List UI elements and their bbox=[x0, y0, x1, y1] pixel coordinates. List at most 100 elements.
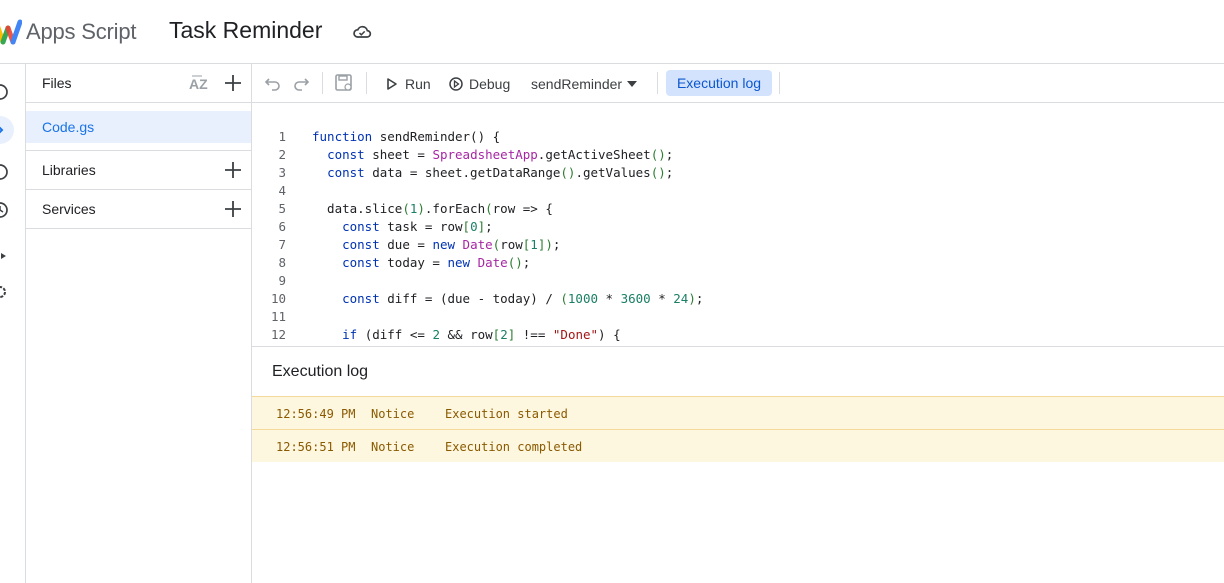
code-line: 5 data.slice(1).forEach(row => { bbox=[252, 200, 1224, 218]
rail-executions-button[interactable] bbox=[0, 196, 14, 224]
services-row: Services bbox=[26, 190, 252, 228]
rail-overview-button[interactable] bbox=[0, 78, 14, 106]
add-service-button[interactable] bbox=[222, 198, 244, 220]
function-select[interactable]: sendReminder bbox=[531, 64, 638, 103]
divider bbox=[26, 102, 252, 103]
svg-text:AZ: AZ bbox=[189, 76, 208, 92]
editor-toolbar: Run Debug sendReminder Execution log bbox=[252, 64, 1224, 103]
undo-icon[interactable] bbox=[264, 74, 282, 92]
line-number: 5 bbox=[278, 201, 286, 216]
add-library-button[interactable] bbox=[222, 159, 244, 181]
play-list-icon bbox=[1, 253, 6, 259]
line-number: 1 bbox=[278, 129, 286, 144]
code-text: function sendReminder() { bbox=[312, 129, 501, 144]
code-text: const today = new Date(); bbox=[342, 255, 531, 270]
code-line: 4 bbox=[252, 182, 1224, 200]
app-name[interactable]: Apps Script bbox=[26, 19, 136, 45]
code-icon bbox=[0, 126, 4, 134]
code-text: const task = row[0]; bbox=[342, 219, 493, 234]
code-line: 8 const today = new Date(); bbox=[252, 254, 1224, 272]
toolbar-separator bbox=[322, 72, 323, 94]
apps-script-logo-icon[interactable] bbox=[0, 18, 22, 46]
line-number: 8 bbox=[278, 255, 286, 270]
project-title[interactable]: Task Reminder bbox=[169, 17, 322, 44]
files-panel: Files AZ Code.gs Libraries Services bbox=[26, 64, 252, 583]
save-icon[interactable] bbox=[334, 73, 354, 93]
log-entry: 12:56:51 PM Notice Execution completed bbox=[252, 429, 1224, 462]
run-button[interactable]: Run bbox=[384, 64, 431, 103]
code-line: 3 const data = sheet.getDataRange().getV… bbox=[252, 164, 1224, 182]
line-number: 11 bbox=[270, 309, 286, 324]
add-file-button[interactable] bbox=[222, 72, 244, 94]
file-name: Code.gs bbox=[42, 119, 95, 135]
function-select-value: sendReminder bbox=[531, 75, 623, 92]
debug-icon bbox=[449, 76, 463, 91]
code-line: 7 const due = new Date(row[1]); bbox=[252, 236, 1224, 254]
code-text: const sheet = SpreadsheetApp.getActiveSh… bbox=[327, 147, 674, 162]
toolbar-separator bbox=[366, 72, 367, 94]
play-icon bbox=[387, 77, 397, 90]
left-navigation-rail bbox=[0, 64, 26, 583]
log-level: Notice bbox=[371, 440, 415, 454]
rail-triggers-button[interactable] bbox=[0, 158, 14, 186]
line-number: 7 bbox=[278, 237, 286, 252]
history-icon bbox=[0, 202, 8, 218]
run-label: Run bbox=[405, 75, 431, 92]
rail-editor-button[interactable] bbox=[0, 116, 14, 144]
code-line: 1 function sendReminder() { bbox=[252, 128, 1224, 146]
code-line: 6 const task = row[0]; bbox=[252, 218, 1224, 236]
plus-icon bbox=[225, 75, 241, 91]
line-number: 6 bbox=[278, 219, 286, 234]
log-message: Execution completed bbox=[445, 440, 583, 454]
line-number: 9 bbox=[278, 273, 286, 288]
clock-icon bbox=[0, 164, 8, 180]
toolbar-separator bbox=[779, 72, 780, 94]
redo-icon[interactable] bbox=[292, 74, 310, 92]
code-text: if (diff <= 2 && row[2] !== "Done") { bbox=[342, 327, 621, 342]
code-text: const data = sheet.getDataRange().getVal… bbox=[327, 165, 674, 180]
sort-az-icon[interactable]: AZ bbox=[188, 73, 212, 95]
plus-icon bbox=[225, 201, 241, 217]
debug-button[interactable]: Debug bbox=[448, 64, 510, 103]
execution-log-toggle-button[interactable]: Execution log bbox=[666, 70, 772, 96]
code-text: const due = new Date(row[1]); bbox=[342, 237, 561, 252]
toolbar-separator bbox=[657, 72, 658, 94]
line-number: 12 bbox=[270, 327, 286, 342]
cloud-saved-icon bbox=[353, 25, 372, 38]
code-line: 2 const sheet = SpreadsheetApp.getActive… bbox=[252, 146, 1224, 164]
file-item-code-gs[interactable]: Code.gs bbox=[26, 111, 251, 143]
code-text: data.slice(1).forEach(row => { bbox=[312, 201, 553, 216]
code-line: 10 const diff = (due - today) / (1000 * … bbox=[252, 290, 1224, 308]
caret-down-icon bbox=[627, 80, 638, 87]
gear-icon bbox=[0, 286, 6, 298]
code-line: 12 if (diff <= 2 && row[2] !== "Done") { bbox=[252, 326, 1224, 344]
debug-label: Debug bbox=[469, 75, 511, 92]
log-time: 12:56:49 PM bbox=[276, 407, 356, 421]
divider bbox=[26, 228, 252, 229]
code-editor[interactable]: 1 function sendReminder() { 2 const sheet… bbox=[252, 103, 1224, 346]
plus-icon bbox=[225, 162, 241, 178]
top-bar: Apps Script Task Reminder bbox=[0, 0, 1224, 64]
code-line: 11 bbox=[252, 308, 1224, 326]
rail-settings-button[interactable] bbox=[0, 278, 14, 306]
libraries-label: Libraries bbox=[42, 162, 96, 178]
log-entry: 12:56:49 PM Notice Execution started bbox=[252, 396, 1224, 429]
line-number: 10 bbox=[270, 291, 286, 306]
log-message: Execution started bbox=[445, 407, 568, 421]
libraries-row: Libraries bbox=[26, 151, 252, 189]
files-label: Files bbox=[42, 75, 72, 91]
code-text: const diff = (due - today) / (1000 * 360… bbox=[342, 291, 704, 306]
execution-log-toggle-label: Execution log bbox=[676, 75, 762, 91]
services-label: Services bbox=[42, 201, 96, 217]
rail-runs-button[interactable] bbox=[0, 242, 14, 270]
execution-log-title: Execution log bbox=[272, 363, 369, 380]
log-level: Notice bbox=[371, 407, 415, 421]
execution-log-panel: Execution log 12:56:49 PM Notice Executi… bbox=[252, 346, 1224, 583]
line-number: 4 bbox=[278, 183, 286, 198]
log-time: 12:56:51 PM bbox=[276, 440, 356, 454]
line-number: 2 bbox=[278, 147, 286, 162]
line-number: 3 bbox=[278, 165, 286, 180]
code-line: 9 bbox=[252, 272, 1224, 290]
info-icon bbox=[0, 84, 8, 100]
files-header: Files AZ bbox=[26, 64, 252, 102]
